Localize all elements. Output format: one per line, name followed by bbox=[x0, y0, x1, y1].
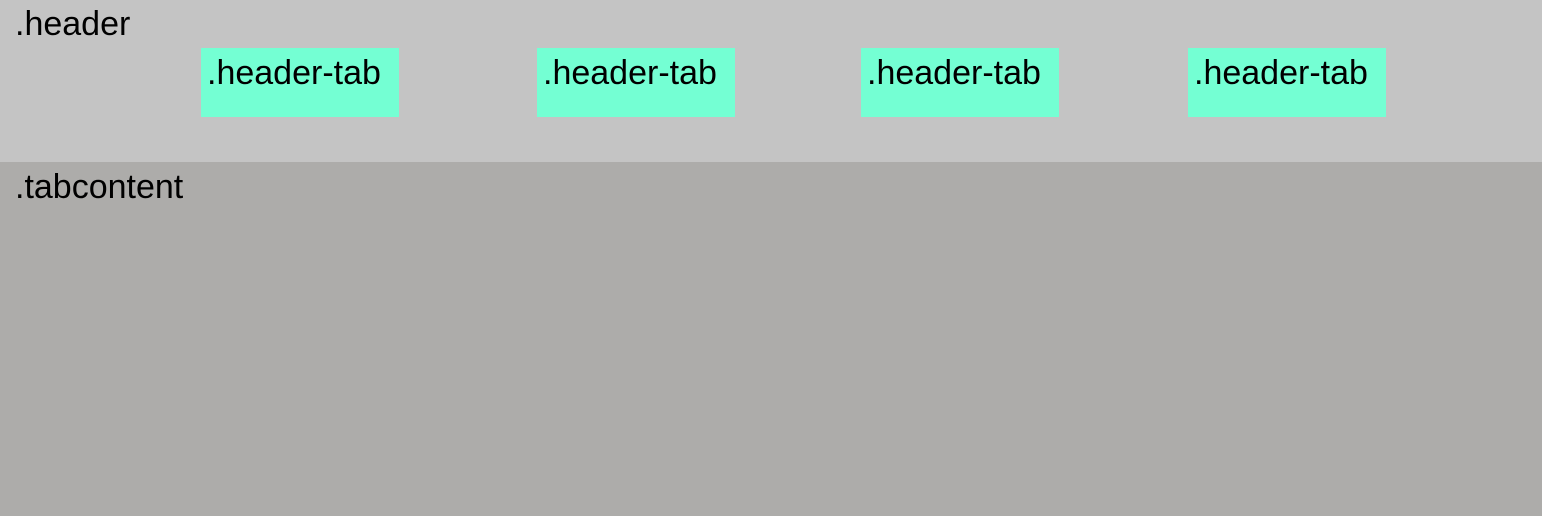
header-tab-4[interactable]: .header-tab bbox=[1188, 48, 1386, 117]
tabcontent-label: .tabcontent bbox=[15, 168, 184, 206]
tabcontent: .tabcontent bbox=[0, 162, 1542, 516]
header-label: .header bbox=[15, 5, 131, 43]
header-tab-label: .header-tab bbox=[867, 54, 1041, 92]
header-tab-label: .header-tab bbox=[543, 54, 717, 92]
header-tab-3[interactable]: .header-tab bbox=[861, 48, 1059, 117]
page: .header .header-tab .header-tab .header-… bbox=[0, 0, 1542, 516]
header: .header .header-tab .header-tab .header-… bbox=[0, 0, 1542, 162]
header-tab-label: .header-tab bbox=[207, 54, 381, 92]
header-tab-label: .header-tab bbox=[1194, 54, 1368, 92]
header-tab-2[interactable]: .header-tab bbox=[537, 48, 735, 117]
header-tab-1[interactable]: .header-tab bbox=[201, 48, 399, 117]
